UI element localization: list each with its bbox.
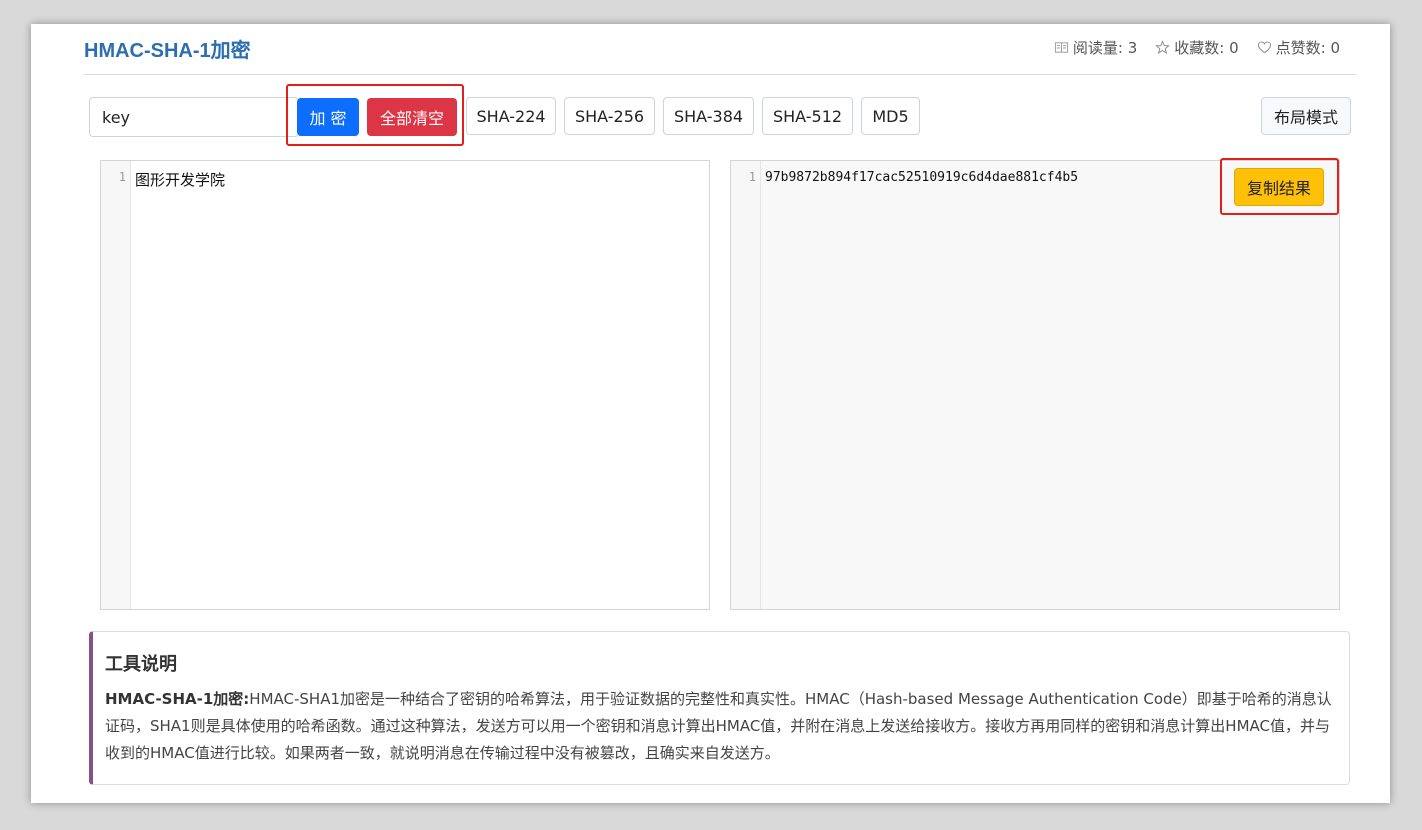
read-count: 阅读量: 3 — [1054, 37, 1137, 58]
tool-description-panel: 工具说明 HMAC-SHA-1加密:HMAC-SHA1加密是一种结合了密钥的哈希… — [89, 631, 1350, 785]
output-text[interactable]: 97b9872b894f17cac52510919c6d4dae881cf4b5 — [765, 170, 1078, 185]
sha512-button[interactable]: SHA-512 — [762, 97, 853, 135]
favorite-count-label: 收藏数: 0 — [1174, 39, 1239, 57]
stats-bar: 阅读量: 3 收藏数: 0 点赞数: 0 — [1054, 37, 1340, 58]
key-input[interactable]: key — [89, 97, 299, 137]
sha384-button[interactable]: SHA-384 — [663, 97, 754, 135]
star-icon — [1155, 40, 1171, 54]
copy-result-button[interactable]: 复制结果 — [1234, 168, 1324, 206]
tool-card: HMAC-SHA-1加密 阅读量: 3 收藏数: 0 点赞数: 0 key 加 … — [31, 24, 1390, 803]
description-body: HMAC-SHA1加密是一种结合了密钥的哈希算法，用于验证数据的完整性和真实性。… — [105, 690, 1332, 762]
input-text[interactable]: 图形开发学院 — [135, 169, 225, 190]
sha256-button[interactable]: SHA-256 — [564, 97, 655, 135]
description-text: HMAC-SHA-1加密:HMAC-SHA1加密是一种结合了密钥的哈希算法，用于… — [105, 686, 1337, 767]
description-heading: 工具说明 — [105, 654, 177, 675]
input-gutter: 1 — [101, 161, 131, 609]
heart-icon — [1257, 41, 1271, 54]
clear-all-button[interactable]: 全部清空 — [367, 98, 457, 136]
favorite-count[interactable]: 收藏数: 0 — [1155, 37, 1239, 58]
output-gutter: 1 — [731, 161, 761, 609]
screenshot-frame: HMAC-SHA-1加密 阅读量: 3 收藏数: 0 点赞数: 0 key 加 … — [0, 0, 1422, 830]
layout-mode-button[interactable]: 布局模式 — [1261, 97, 1351, 135]
sha224-button[interactable]: SHA-224 — [466, 97, 556, 135]
like-count[interactable]: 点赞数: 0 — [1257, 37, 1340, 58]
read-count-label: 阅读量: 3 — [1072, 39, 1138, 57]
encrypt-button[interactable]: 加 密 — [297, 98, 359, 136]
output-line-number: 1 — [748, 170, 756, 184]
output-editor[interactable]: 1 97b9872b894f17cac52510919c6d4dae881cf4… — [730, 160, 1340, 610]
like-count-label: 点赞数: 0 — [1275, 39, 1340, 57]
input-editor[interactable]: 1 图形开发学院 — [100, 160, 710, 610]
read-count-icon — [1054, 42, 1068, 53]
page-title: HMAC-SHA-1加密 — [84, 40, 251, 62]
description-term: HMAC-SHA-1加密: — [105, 690, 250, 708]
md5-button[interactable]: MD5 — [861, 97, 920, 135]
input-line-number: 1 — [118, 170, 126, 184]
header-divider — [84, 74, 1356, 75]
